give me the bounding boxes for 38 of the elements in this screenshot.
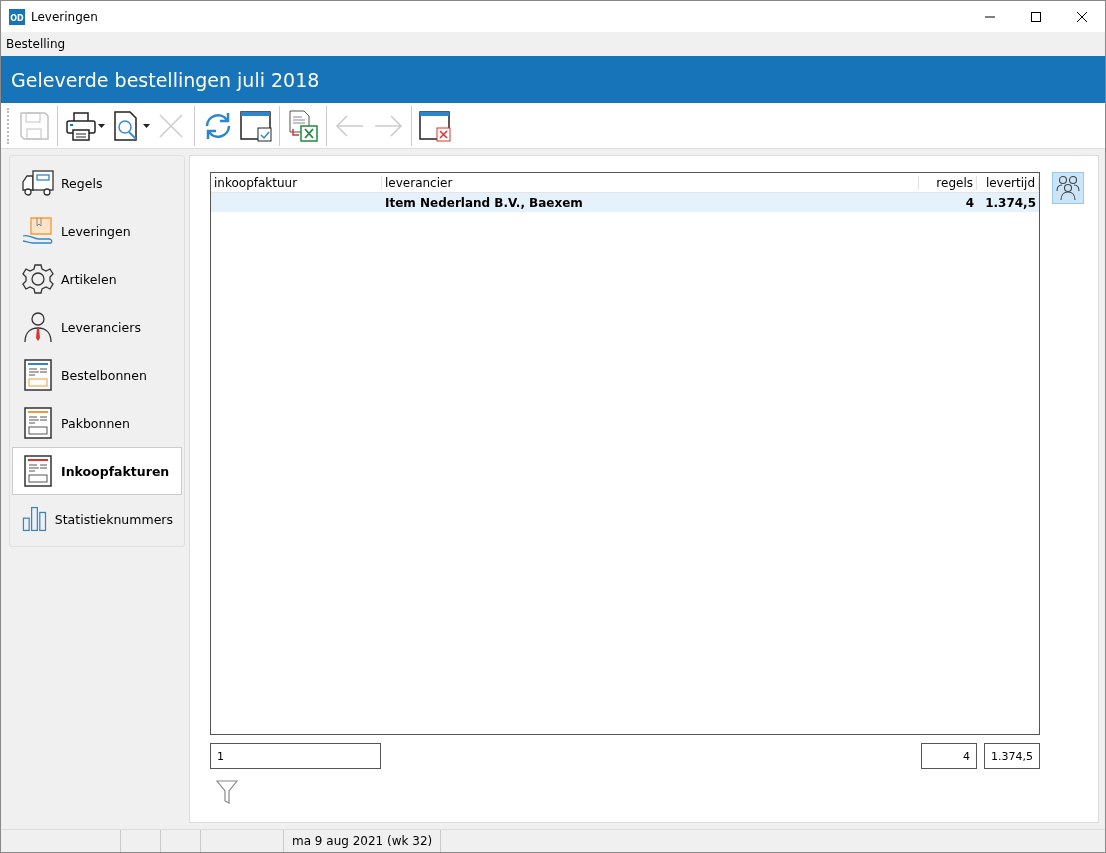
column-header[interactable]: leverancier: [382, 175, 919, 190]
dropdown-caret-icon: [98, 123, 105, 128]
people-button[interactable]: [1052, 172, 1084, 204]
filter-button[interactable]: [216, 779, 238, 805]
gear-icon: [21, 262, 55, 296]
table-cell-text: Item Nederland B.V., Baexem: [384, 195, 584, 210]
total-field: 1.374,5: [984, 743, 1040, 769]
menu-item[interactable]: Bestelling: [6, 37, 66, 51]
sidebar-item[interactable]: Pakbonnen: [12, 399, 182, 447]
person-icon: [21, 310, 55, 344]
sidebar-item[interactable]: Statistieknummers: [12, 495, 182, 543]
excel-export-icon: [286, 108, 320, 143]
sidebar-item[interactable]: Leveringen: [12, 207, 182, 255]
table-row[interactable]: Item Nederland B.V., Baexem 4 1.374,5: [211, 193, 1039, 212]
column-header[interactable]: regels: [919, 175, 977, 190]
window-title: Leveringen: [31, 9, 98, 24]
document-icon: [21, 454, 55, 488]
sidebar-item[interactable]: Bestelbonnen: [12, 351, 182, 399]
page-title: Geleverde bestellingen juli 2018: [11, 68, 320, 91]
app-logo-icon: OD: [9, 8, 25, 25]
status-date: ma 9 aug 2021 (wk 32): [284, 830, 442, 852]
column-header[interactable]: inkoopfaktuur: [211, 175, 382, 190]
table-cell-text: 4: [964, 195, 975, 210]
column-header[interactable]: levertijd: [977, 175, 1039, 190]
table-cell-text: 1.374,5: [984, 195, 1037, 210]
count-field: 1: [210, 743, 381, 769]
dropdown-caret-icon: [143, 123, 150, 128]
window-check-icon: [239, 108, 273, 143]
sidebar-item[interactable]: Inkoopfakturen: [12, 447, 182, 495]
total-field: 4: [921, 743, 977, 769]
maximize-icon: [1030, 10, 1042, 23]
document-icon: [21, 358, 55, 392]
sidebar-item[interactable]: Artikelen: [12, 255, 182, 303]
close-icon: [1076, 10, 1088, 23]
sidebar-item[interactable]: Leveranciers: [12, 303, 182, 351]
document-icon: [21, 406, 55, 440]
sidebar-item[interactable]: Regels: [12, 159, 182, 207]
window-close-icon: [418, 108, 452, 143]
